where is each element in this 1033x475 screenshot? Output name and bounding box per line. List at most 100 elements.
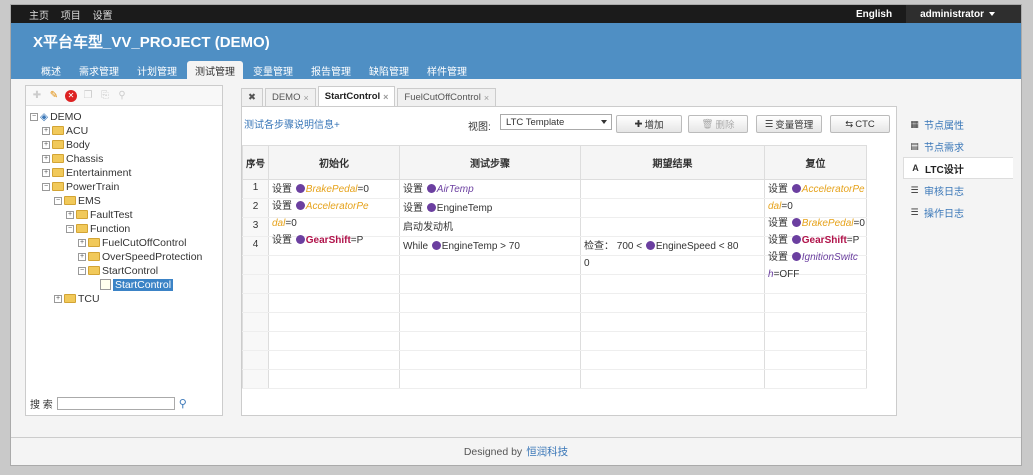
top-bar: 主页 项目 设置 English administrator xyxy=(11,5,1021,23)
expand-icon[interactable]: + xyxy=(42,168,50,177)
folder-icon xyxy=(52,154,64,163)
expected-cell[interactable]: 检查： 700 < EngineSpeed < 80 0 xyxy=(584,238,764,272)
language-switch[interactable]: English xyxy=(842,5,906,23)
tab-label: StartControl xyxy=(324,91,381,102)
reset-cell[interactable]: 设置 AcceleratorPe dal=0 设置 BrakePedal=0 设… xyxy=(768,181,868,283)
tree-node[interactable]: − Function xyxy=(66,222,130,235)
view-value: LTC Template xyxy=(506,116,565,128)
variable-icon xyxy=(295,235,305,244)
edit-icon[interactable]: ✎ xyxy=(48,90,60,102)
menu-node-properties[interactable]: ▦ 节点属性 xyxy=(903,113,1013,135)
view-select[interactable]: LTC Template xyxy=(500,114,612,130)
close-icon[interactable]: × xyxy=(484,93,489,103)
tree-node[interactable]: + ACU xyxy=(42,124,88,137)
expand-icon[interactable]: + xyxy=(78,238,86,247)
menu-audit-log[interactable]: ☰ 审核日志 xyxy=(903,179,1013,201)
tab-reports[interactable]: 报告管理 xyxy=(303,61,359,79)
tree-node[interactable]: + FaultTest xyxy=(66,208,133,221)
steps-cell[interactable]: 设置 AirTemp 设置 EngineTemp 启动发动机 While Eng… xyxy=(403,181,520,257)
search-small-icon[interactable]: ⚲ xyxy=(116,90,128,102)
nav-link-home[interactable]: 主页 xyxy=(29,11,49,22)
menu-operation-log[interactable]: ☰ 操作日志 xyxy=(903,201,1013,223)
init-cell[interactable]: 设置 BrakePedal=0 设置 AcceleratorPe dal=0 设… xyxy=(272,181,400,249)
user-menu[interactable]: administrator xyxy=(906,5,1021,23)
tree-node[interactable]: + Chassis xyxy=(42,152,103,165)
tab-variables[interactable]: 变量管理 xyxy=(245,61,301,79)
project-icon: ◈ xyxy=(40,110,49,123)
tree-node[interactable]: − PowerTrain xyxy=(42,180,119,193)
close-all-icon[interactable]: ✖ xyxy=(241,88,263,106)
folder-icon xyxy=(52,126,64,135)
tab-samples[interactable]: 样件管理 xyxy=(419,61,475,79)
node-side-menu: ▦ 节点属性 ▤ 节点需求 A LTC设计 ☰ 审核日志 ☰ 操作日志 xyxy=(903,113,1013,223)
copy-icon[interactable]: ❐ xyxy=(82,90,94,102)
tab-startcontrol[interactable]: StartControl × xyxy=(317,86,396,106)
tab-fuelcutoffcontrol[interactable]: FuelCutOffControl × xyxy=(397,88,497,106)
collapse-icon[interactable]: − xyxy=(66,224,74,233)
step-info-link[interactable]: 测试各步骤说明信息+ xyxy=(244,116,340,131)
footer: Designed by 恒润科技 xyxy=(11,437,1021,465)
expand-icon[interactable]: + xyxy=(54,294,62,303)
expand-icon[interactable]: + xyxy=(42,126,50,135)
search-icon[interactable]: ⚲ xyxy=(179,397,187,410)
tab-overview[interactable]: 概述 xyxy=(33,61,69,79)
collapse-icon[interactable]: − xyxy=(54,196,62,205)
folder-icon xyxy=(64,196,76,205)
table-row[interactable] xyxy=(242,331,867,351)
expand-icon[interactable]: + xyxy=(42,154,50,163)
menu-ltc-design[interactable]: A LTC设计 xyxy=(903,157,1013,179)
expand-icon[interactable]: + xyxy=(78,252,86,261)
tree-node[interactable]: + Entertainment xyxy=(42,166,131,179)
table-row[interactable] xyxy=(242,369,867,389)
tree-node[interactable]: + FuelCutOffControl xyxy=(78,236,186,249)
folder-icon xyxy=(88,266,100,275)
tab-test[interactable]: 测试管理 xyxy=(187,61,243,79)
test-case-icon xyxy=(100,279,111,290)
tree-search: 搜 索 ⚲ xyxy=(30,396,187,411)
close-icon[interactable]: × xyxy=(303,93,308,103)
nav-link-project[interactable]: 项目 xyxy=(61,11,81,22)
menu-node-requirements[interactable]: ▤ 节点需求 xyxy=(903,135,1013,157)
add-icon[interactable]: ✚ xyxy=(31,90,43,102)
tab-label: FuelCutOffControl xyxy=(404,92,481,103)
folder-icon xyxy=(52,182,64,191)
table-row[interactable] xyxy=(242,350,867,370)
tree-node[interactable]: + OverSpeedProtection xyxy=(78,250,202,263)
document-icon: ▤ xyxy=(910,140,919,151)
expand-icon[interactable]: + xyxy=(66,210,74,219)
tree-toolbar: ✚ ✎ ✕ ❐ ⎘ ⚲ xyxy=(26,86,222,106)
variable-manage-button[interactable]: ☰ 变量管理 xyxy=(756,115,822,133)
add-button[interactable]: ✚ 增加 xyxy=(616,115,682,133)
footer-brand-link[interactable]: 恒润科技 xyxy=(526,444,568,459)
ctc-button[interactable]: ⇆ CTC xyxy=(830,115,890,133)
tree-node[interactable]: − EMS xyxy=(54,194,101,207)
collapse-icon[interactable]: − xyxy=(78,266,86,275)
nav-link-settings[interactable]: 设置 xyxy=(93,11,113,22)
tree-node[interactable]: − StartControl xyxy=(78,264,158,277)
tab-plan[interactable]: 计划管理 xyxy=(129,61,185,79)
paste-icon[interactable]: ⎘ xyxy=(99,90,111,102)
variable-icon xyxy=(295,201,305,210)
trash-icon: 🗑 xyxy=(701,118,714,130)
tree-node[interactable]: + Body xyxy=(42,138,90,151)
variable-icon xyxy=(791,252,801,261)
tree-node-selected[interactable]: StartControl xyxy=(100,278,174,291)
delete-icon[interactable]: ✕ xyxy=(65,89,77,102)
delete-button[interactable]: 🗑 删除 xyxy=(688,115,748,133)
table-row[interactable] xyxy=(242,312,867,332)
collapse-icon[interactable]: − xyxy=(30,112,38,121)
tree-node[interactable]: + TCU xyxy=(54,292,100,305)
close-icon[interactable]: × xyxy=(383,92,388,102)
tab-demo[interactable]: DEMO × xyxy=(264,88,316,106)
user-name: administrator xyxy=(920,8,984,20)
table-row[interactable] xyxy=(242,293,867,313)
col-header-init: 初始化 xyxy=(268,145,400,180)
folder-icon xyxy=(52,140,64,149)
tab-requirements[interactable]: 需求管理 xyxy=(71,61,127,79)
tree-node-root[interactable]: − ◈ DEMO xyxy=(30,110,82,123)
collapse-icon[interactable]: − xyxy=(42,182,50,191)
tree-panel: ✚ ✎ ✕ ❐ ⎘ ⚲ − ◈ DEMO + ACU + Body + Chassis +… xyxy=(25,85,223,416)
search-input[interactable] xyxy=(56,397,175,410)
expand-icon[interactable]: + xyxy=(42,140,50,149)
tab-defects[interactable]: 缺陷管理 xyxy=(361,61,417,79)
